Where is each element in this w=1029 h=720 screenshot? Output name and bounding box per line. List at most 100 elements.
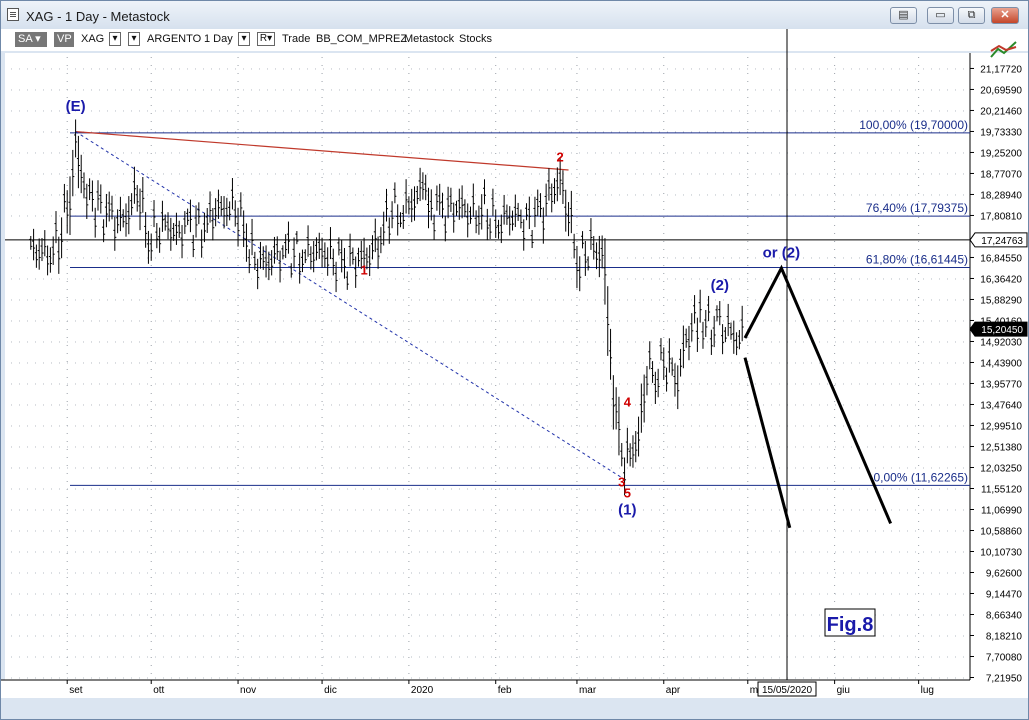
grid-dot xyxy=(683,278,684,280)
grid-dot xyxy=(321,353,323,354)
grid-dot xyxy=(918,617,920,618)
grid-dot xyxy=(147,551,148,553)
grid-dot xyxy=(195,572,196,574)
grid-dot xyxy=(595,320,596,322)
grid-dot xyxy=(859,677,860,679)
grid-dot xyxy=(531,635,532,637)
grid-dot xyxy=(576,121,578,122)
grid-dot xyxy=(603,635,604,637)
grid-dot xyxy=(237,353,239,354)
grid-dot xyxy=(275,68,276,70)
grid-dot xyxy=(663,521,665,522)
grid-dot xyxy=(43,530,44,532)
grid-dot xyxy=(918,489,920,490)
grid-dot xyxy=(237,329,239,330)
grid-dot xyxy=(237,137,239,138)
grid-dot xyxy=(867,383,868,385)
grid-dot xyxy=(918,465,920,466)
grid-dot xyxy=(499,614,500,616)
grid-dot xyxy=(707,425,708,427)
grid-dot xyxy=(299,488,300,490)
y-tick-label: 7,21950 xyxy=(986,674,1023,685)
grid-dot xyxy=(918,145,920,146)
grid-dot xyxy=(371,551,372,553)
grid-dot xyxy=(587,635,588,637)
grid-dot xyxy=(691,257,692,259)
grid-dot xyxy=(763,509,764,511)
grid-dot xyxy=(963,635,964,637)
grid-dot xyxy=(379,341,380,343)
grid-dot xyxy=(495,249,497,250)
grid-dot xyxy=(899,593,900,595)
grid-dot xyxy=(475,425,476,427)
grid-dot xyxy=(315,341,316,343)
grid-dot xyxy=(131,299,132,301)
grid-dot xyxy=(923,467,924,469)
grid-dot xyxy=(235,131,236,133)
grid-dot xyxy=(667,509,668,511)
grid-dot xyxy=(321,633,323,634)
grid-dot xyxy=(507,614,508,616)
grid-dot xyxy=(91,68,92,70)
grid-dot xyxy=(147,131,148,133)
grid-dot xyxy=(651,425,652,427)
grid-dot xyxy=(931,593,932,595)
grid-dot xyxy=(603,110,604,112)
grid-dot xyxy=(467,131,468,133)
grid-dot xyxy=(179,278,180,280)
grid-dot xyxy=(19,320,20,322)
grid-dot xyxy=(66,241,68,242)
grid-dot xyxy=(408,281,410,282)
grid-dot xyxy=(227,425,228,427)
grid-dot xyxy=(443,572,444,574)
grid-dot xyxy=(291,68,292,70)
grid-dot xyxy=(323,614,324,616)
grid-dot xyxy=(915,341,916,343)
grid-dot xyxy=(235,404,236,406)
grid-dot xyxy=(576,161,578,162)
grid-dot xyxy=(150,585,152,586)
grid-dot xyxy=(539,278,540,280)
grid-dot xyxy=(321,81,323,82)
grid-dot xyxy=(834,153,836,154)
grid-dot xyxy=(755,89,756,91)
grid-dot xyxy=(555,488,556,490)
grid-dot xyxy=(171,488,172,490)
grid-dot xyxy=(483,89,484,91)
grid-dot xyxy=(75,257,76,259)
grid-dot xyxy=(139,383,140,385)
grid-dot xyxy=(331,404,332,406)
grid-dot xyxy=(459,173,460,175)
grid-dot xyxy=(491,383,492,385)
grid-dot xyxy=(579,572,580,574)
grid-dot xyxy=(731,257,732,259)
grid-dot xyxy=(495,473,497,474)
grid-dot xyxy=(27,404,28,406)
grid-dot xyxy=(667,152,668,154)
grid-dot xyxy=(507,173,508,175)
grid-dot xyxy=(907,488,908,490)
grid-dot xyxy=(663,249,665,250)
grid-dot xyxy=(918,249,920,250)
grid-dot xyxy=(243,425,244,427)
grid-dot xyxy=(411,152,412,154)
grid-dot xyxy=(163,530,164,532)
grid-dot xyxy=(731,614,732,616)
grid-dot xyxy=(563,593,564,595)
grid-dot xyxy=(779,278,780,280)
grid-dot xyxy=(663,169,665,170)
grid-dot xyxy=(834,129,836,130)
grid-dot xyxy=(635,341,636,343)
grid-dot xyxy=(339,89,340,91)
grid-dot xyxy=(459,89,460,91)
price-chart[interactable]: 21,1772020,6959020,2146019,7333019,25200… xyxy=(1,1,1028,719)
grid-dot xyxy=(43,173,44,175)
grid-dot xyxy=(467,152,468,154)
grid-dot xyxy=(891,509,892,511)
grid-dot xyxy=(663,337,665,338)
grid-dot xyxy=(555,173,556,175)
grid-dot xyxy=(491,530,492,532)
grid-dot xyxy=(891,278,892,280)
grid-dot xyxy=(237,409,239,410)
grid-dot xyxy=(771,278,772,280)
